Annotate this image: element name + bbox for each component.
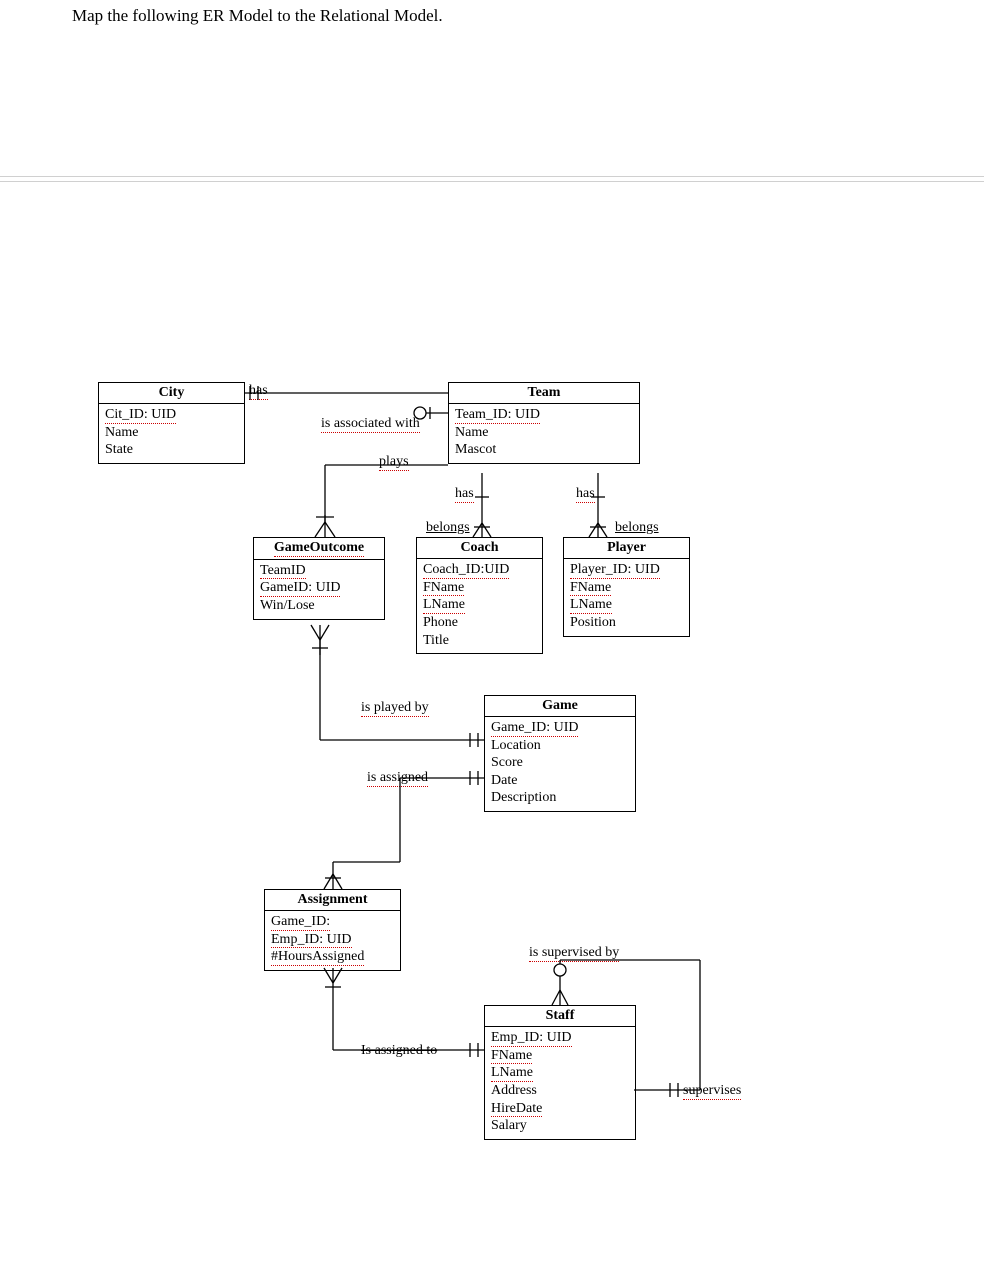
connector-lines bbox=[0, 0, 984, 1276]
er-diagram: City Cit_ID: UID Name State Team Team_ID… bbox=[0, 0, 984, 1276]
